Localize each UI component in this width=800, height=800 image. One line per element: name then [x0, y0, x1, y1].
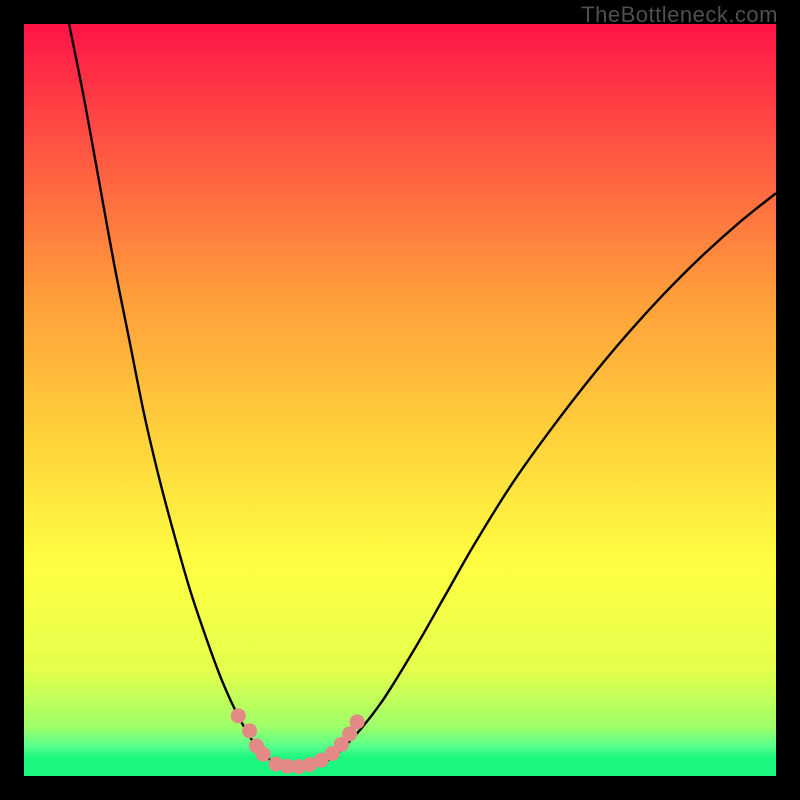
data-marker — [231, 708, 246, 723]
plot-background — [24, 24, 776, 776]
data-marker — [256, 747, 271, 762]
chart-container: TheBottleneck.com — [0, 0, 800, 800]
chart-svg — [0, 0, 800, 800]
data-marker — [350, 714, 365, 729]
watermark-text: TheBottleneck.com — [581, 2, 778, 28]
data-marker — [242, 723, 257, 738]
